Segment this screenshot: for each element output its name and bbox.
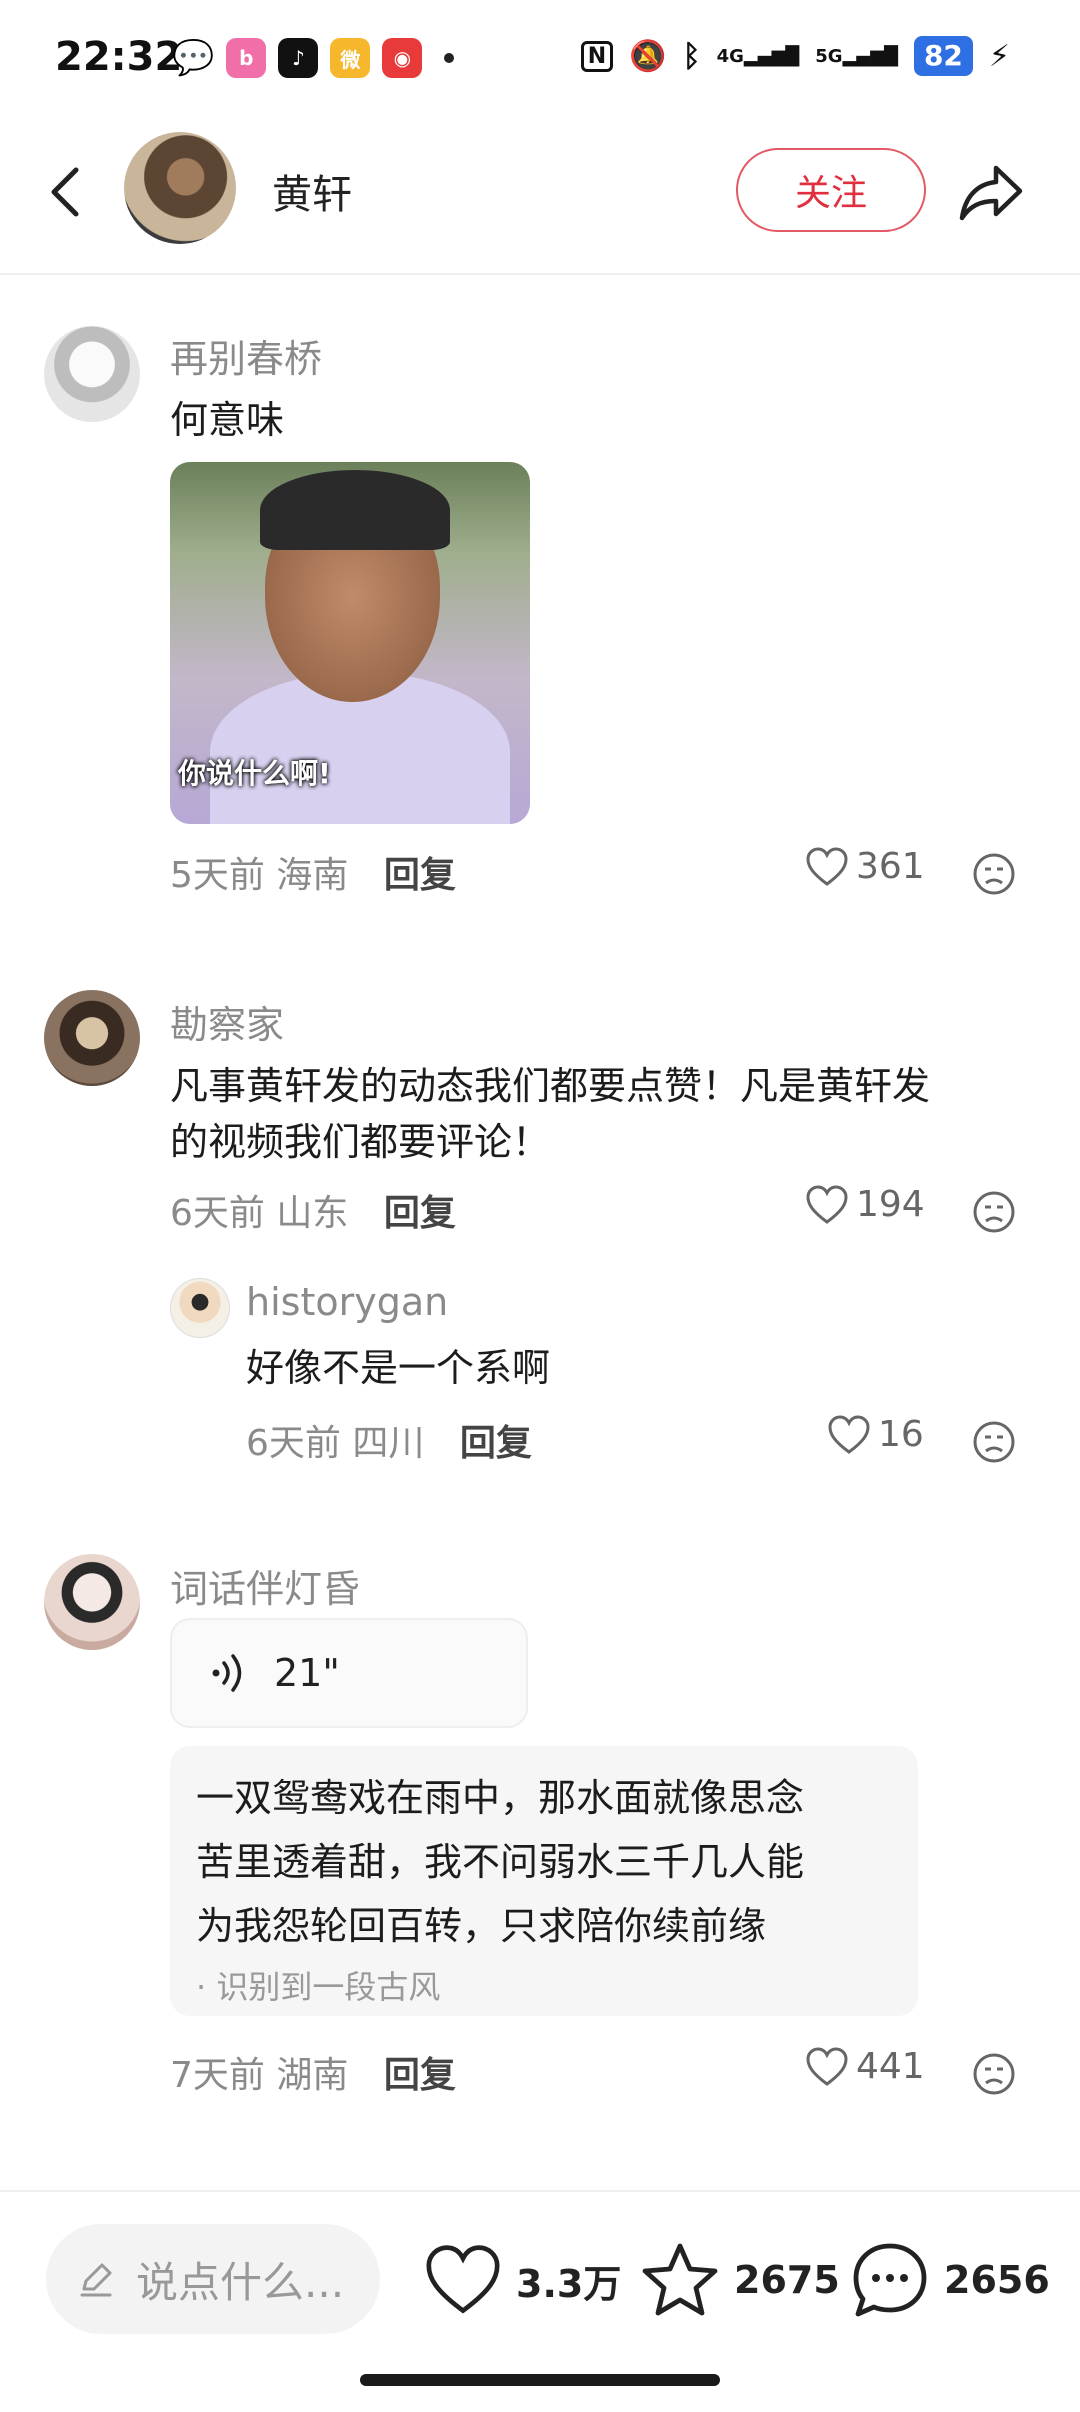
- comment-count: 2656: [944, 2258, 1050, 2302]
- like-button[interactable]: 16: [828, 1414, 924, 1455]
- bottom-action-bar: 说点什么... 3.3万 2675 2656: [0, 2190, 1080, 2412]
- like-button[interactable]: 361: [806, 846, 925, 887]
- favorite-count: 2675: [734, 2258, 840, 2302]
- post-like-count: 3.3万: [516, 2261, 622, 2306]
- dislike-face-icon[interactable]: [972, 1190, 1016, 1234]
- favorite-button[interactable]: 2675: [640, 2240, 840, 2320]
- comment-time: 6天前: [170, 1193, 265, 1234]
- recognition-label: · 识别到一段古风: [196, 1968, 441, 2006]
- battery-indicator: 82: [913, 36, 973, 76]
- back-arrow-icon[interactable]: [38, 162, 98, 222]
- commenter-avatar[interactable]: [44, 326, 140, 422]
- network-4g-label: 4G: [716, 45, 744, 67]
- mute-bell-icon: 🔕: [629, 38, 667, 74]
- clock: 22:32: [55, 34, 183, 80]
- heart-icon: [426, 2245, 500, 2314]
- reply-button[interactable]: 回复: [460, 1423, 532, 1464]
- nfc-icon: N: [580, 40, 614, 72]
- bilibili-icon: b: [226, 38, 267, 78]
- comment-meta: 5天前 海南 回复: [170, 846, 456, 898]
- meme-hair: [260, 470, 450, 550]
- heart-icon: [806, 2046, 848, 2086]
- comment-input-placeholder: 说点什么...: [136, 2257, 345, 2307]
- transcript-line: 为我怨轮回百转，只求陪你续前缘: [196, 1904, 767, 1948]
- heart-icon: [828, 1414, 870, 1454]
- signal-5g-icon: 5G▂▄▆█: [815, 45, 898, 67]
- status-bar: 22:32 💬 b ♪ 微 ◉ N 🔕 ᛒ 4G▂▄▆█ 5G▂▄▆█ 82 ⚡: [0, 0, 1080, 120]
- transcript-line: 一双鸳鸯戏在雨中，那水面就像思念: [196, 1776, 805, 1820]
- author-avatar[interactable]: [124, 132, 236, 244]
- commenter-name[interactable]: 词话伴灯昏: [170, 1558, 360, 1613]
- like-button[interactable]: 194: [806, 1184, 925, 1225]
- voice-message[interactable]: 21": [170, 1618, 528, 1728]
- pencil-icon: [80, 2263, 112, 2297]
- dislike-face-icon[interactable]: [972, 852, 1016, 896]
- network-5g-label: 5G: [815, 45, 843, 67]
- like-count: 441: [856, 2046, 925, 2087]
- comment-time: 5天前: [170, 855, 265, 896]
- dislike-face-icon[interactable]: [972, 2052, 1016, 2096]
- heart-icon: [806, 1184, 848, 1224]
- commenter-avatar[interactable]: [44, 1554, 140, 1650]
- comment-text: 凡事黄轩发的动态我们都要点赞！凡是黄轩发 的视频我们都要评论！: [170, 1058, 1030, 1170]
- reply-time: 6天前: [246, 1423, 341, 1464]
- like-count: 194: [856, 1184, 925, 1225]
- commenter-avatar[interactable]: [44, 990, 140, 1086]
- comment-meta: 6天前 山东 回复: [170, 1184, 456, 1236]
- bluetooth-icon: ᛒ: [682, 38, 701, 74]
- reply-meta: 6天前 四川 回复: [246, 1414, 532, 1466]
- comment-location: 山东: [276, 1193, 349, 1234]
- like-count: 361: [856, 846, 925, 887]
- reply-avatar[interactable]: [170, 1278, 230, 1338]
- comment-location: 湖南: [276, 2055, 349, 2096]
- profile-header: 黄轩 关注: [0, 120, 1080, 275]
- signal-4g-icon: 4G▂▄▆█: [716, 45, 800, 67]
- comment-bubble-icon: [853, 2243, 927, 2317]
- wechat-icon: 💬: [172, 38, 215, 78]
- author-name[interactable]: 黄轩: [272, 162, 352, 220]
- heart-icon: [806, 846, 848, 886]
- commenter-name[interactable]: 再别春桥: [170, 328, 322, 383]
- more-notifications-dot: [444, 53, 455, 63]
- meme-image[interactable]: 你说什么啊!: [170, 462, 530, 824]
- voice-transcript: 一双鸳鸯戏在雨中，那水面就像思念 苦里透着甜，我不问弱水三千几人能 为我怨轮回百…: [170, 1746, 918, 2016]
- commenter-name[interactable]: 勘察家: [170, 994, 284, 1049]
- comment-input[interactable]: 说点什么...: [46, 2224, 380, 2334]
- star-icon: [642, 2243, 718, 2316]
- reply-location: 四川: [352, 1423, 425, 1464]
- dislike-face-icon[interactable]: [972, 1420, 1016, 1464]
- comment-text-line: 凡事黄轩发的动态我们都要点赞！凡是黄轩发: [170, 1064, 931, 1108]
- charging-icon: ⚡: [988, 38, 1010, 74]
- comment-text-line: 的视频我们都要评论！: [170, 1120, 551, 1164]
- meme-caption: 你说什么啊!: [178, 757, 331, 790]
- comment-meta: 7天前 湖南 回复: [170, 2046, 456, 2098]
- comment-text: 何意味: [170, 398, 285, 442]
- comment-time: 7天前: [170, 2055, 265, 2096]
- reply-button[interactable]: 回复: [384, 855, 456, 896]
- reply-username[interactable]: historygan: [246, 1280, 448, 1324]
- netease-music-icon: ◉: [382, 38, 423, 78]
- comment-location: 海南: [276, 855, 349, 896]
- comments-button[interactable]: 2656: [850, 2240, 1050, 2320]
- system-icons: N 🔕 ᛒ 4G▂▄▆█ 5G▂▄▆█ 82 ⚡: [580, 36, 1010, 76]
- like-button[interactable]: 441: [806, 2046, 925, 2087]
- weibo-icon: 微: [330, 38, 371, 78]
- like-post-button[interactable]: 3.3万: [424, 2244, 621, 2316]
- reply-text: 好像不是一个系啊: [246, 1346, 551, 1390]
- voice-duration: 21": [274, 1651, 340, 1695]
- notification-icons: 💬 b ♪ 微 ◉: [172, 38, 455, 78]
- voice-wave-icon: [212, 1654, 242, 1692]
- reply-button[interactable]: 回复: [384, 2055, 456, 2096]
- follow-button[interactable]: 关注: [736, 148, 926, 232]
- douyin-icon: ♪: [278, 38, 319, 78]
- share-icon[interactable]: [956, 158, 1026, 228]
- reply-button[interactable]: 回复: [384, 1193, 456, 1234]
- transcript-line: 苦里透着甜，我不问弱水三千几人能: [196, 1840, 805, 1884]
- home-indicator[interactable]: [360, 2374, 720, 2386]
- like-count: 16: [878, 1414, 924, 1455]
